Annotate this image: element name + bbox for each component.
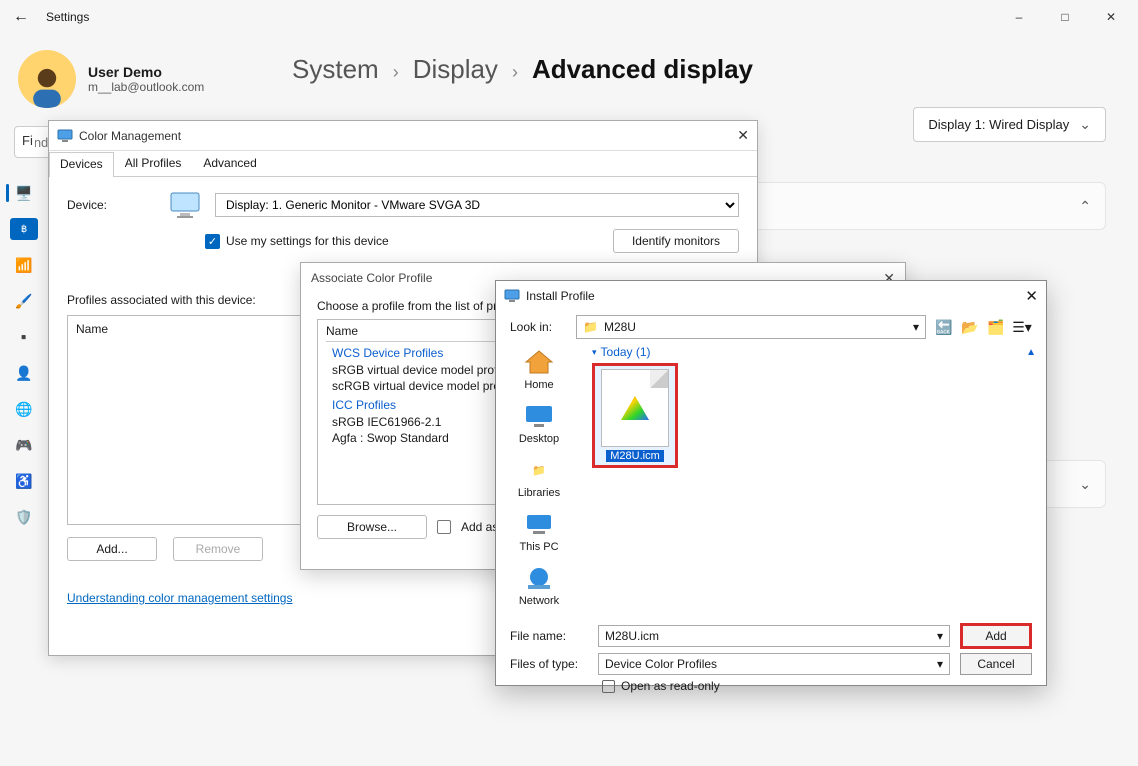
places-bar: Home Desktop 📁 Libraries This PC Network <box>496 343 582 615</box>
install-profile-window: Install Profile ✕ Look in: 📁 M28U ▾ 🔙 📂 … <box>495 280 1047 686</box>
home-icon <box>522 347 556 377</box>
monitor-icon <box>57 129 73 143</box>
use-my-settings-checkbox[interactable]: ✓ Use my settings for this device <box>205 234 389 249</box>
display-selector-label: Display 1: Wired Display <box>928 117 1069 132</box>
up-folder-icon[interactable]: 📂 <box>960 317 980 337</box>
close-button[interactable]: ✕ <box>1088 0 1134 34</box>
use-my-settings-label: Use my settings for this device <box>226 234 389 248</box>
cm-titlebar: Color Management ✕ <box>49 121 757 151</box>
place-network[interactable]: Network <box>519 563 559 607</box>
checkmark-icon: ✓ <box>205 234 220 249</box>
help-link[interactable]: Understanding color management settings <box>67 591 292 605</box>
chevron-down-icon: ⌄ <box>1079 116 1091 133</box>
chevron-down-icon: ▾ <box>937 629 943 643</box>
place-thispc[interactable]: This PC <box>519 509 558 553</box>
lookin-label: Look in: <box>510 320 568 334</box>
add-advanced-checkbox[interactable] <box>437 520 451 534</box>
place-home[interactable]: Home <box>522 347 556 391</box>
place-libraries[interactable]: 📁 Libraries <box>518 455 560 499</box>
filetype-combo[interactable]: Device Color Profiles ▾ <box>598 653 950 675</box>
sidebar-item-personalization[interactable]: 🖌️ <box>10 290 38 312</box>
inst-title-text: Install Profile <box>526 289 595 303</box>
monitor-icon <box>504 289 520 303</box>
file-group-today[interactable]: ▾ Today (1) ▲ <box>592 345 1036 359</box>
remove-profile-button: Remove <box>173 537 263 561</box>
readonly-checkbox[interactable] <box>602 680 615 693</box>
inst-close-button[interactable]: ✕ <box>1025 287 1038 305</box>
identify-monitors-button[interactable]: Identify monitors <box>613 229 739 253</box>
add-button[interactable]: Add <box>960 623 1032 649</box>
minimize-button[interactable]: – <box>996 0 1042 34</box>
network-icon <box>522 563 556 593</box>
pc-icon <box>522 509 556 539</box>
place-desktop[interactable]: Desktop <box>519 401 559 445</box>
user-email: m__lab@outlook.com <box>88 80 204 94</box>
filetype-value: Device Color Profiles <box>605 657 717 671</box>
icc-profile-icon <box>601 369 669 447</box>
tab-all-profiles[interactable]: All Profiles <box>114 151 193 176</box>
breadcrumb-system[interactable]: System <box>292 54 379 85</box>
sidebar-item-network[interactable]: 📶 <box>10 254 38 276</box>
user-name: User Demo <box>88 64 204 80</box>
sidebar-item-system[interactable]: 🖥️ <box>10 182 38 204</box>
new-folder-icon[interactable]: 🗂️ <box>986 317 1006 337</box>
desktop-icon <box>522 401 556 431</box>
settings-titlebar: ← Settings – □ ✕ <box>0 0 1138 34</box>
sidebar-item-privacy[interactable]: 🛡️ <box>10 506 38 528</box>
folder-icon: 📁 <box>522 455 556 485</box>
cm-close-button[interactable]: ✕ <box>737 127 749 144</box>
view-menu-icon[interactable]: ☰▾ <box>1012 317 1032 337</box>
chevron-right-icon: › <box>512 62 518 83</box>
lookin-combo[interactable]: 📁 M28U ▾ <box>576 315 926 339</box>
breadcrumb-current: Advanced display <box>532 54 753 85</box>
folder-icon: 📁 <box>583 320 598 334</box>
lookin-value: M28U <box>604 320 636 334</box>
sidebar-item-accessibility[interactable]: ♿ <box>10 470 38 492</box>
nav-back-icon[interactable]: 🔙 <box>934 317 954 337</box>
settings-title: Settings <box>46 10 89 24</box>
display-selector[interactable]: Display 1: Wired Display ⌄ <box>913 107 1106 142</box>
tab-advanced[interactable]: Advanced <box>192 151 267 176</box>
chevron-right-icon: › <box>393 62 399 83</box>
sidebar-item-apps[interactable]: ▪️ <box>10 326 38 348</box>
collapse-arrow-icon: ▲ <box>1026 347 1036 358</box>
readonly-label: Open as read-only <box>621 679 720 693</box>
search-partial-text: Fi <box>20 133 35 148</box>
account-block[interactable]: User Demo m__lab@outlook.com <box>14 40 274 126</box>
back-button[interactable]: ← <box>4 8 38 26</box>
cm-tabs: Devices All Profiles Advanced <box>49 151 757 177</box>
chevron-up-icon: ⌃ <box>1079 198 1091 215</box>
sidebar-icons: 🖥️ ฿ 📶 🖌️ ▪️ 👤 🌐 🎮 ♿ 🛡️ <box>10 182 40 528</box>
sidebar-item-gaming[interactable]: 🎮 <box>10 434 38 456</box>
file-list[interactable]: ▾ Today (1) ▲ M28U.icm <box>582 343 1046 615</box>
sidebar-item-accounts[interactable]: 👤 <box>10 362 38 384</box>
file-name: M28U.icm <box>606 450 664 462</box>
device-label: Device: <box>67 198 157 212</box>
sidebar-item-time[interactable]: 🌐 <box>10 398 38 420</box>
browse-button[interactable]: Browse... <box>317 515 427 539</box>
add-profile-button[interactable]: Add... <box>67 537 157 561</box>
maximize-button[interactable]: □ <box>1042 0 1088 34</box>
breadcrumb: System › Display › Advanced display <box>292 54 1106 85</box>
chevron-down-icon: ▾ <box>913 320 919 334</box>
chevron-down-icon: ⌄ <box>1079 476 1091 493</box>
sidebar-item-bluetooth[interactable]: ฿ <box>10 218 38 240</box>
cm-title-text: Color Management <box>79 129 181 143</box>
assoc-title-text: Associate Color Profile <box>311 271 432 285</box>
tab-devices[interactable]: Devices <box>49 152 114 177</box>
chevron-down-icon: ▾ <box>937 657 943 671</box>
avatar <box>18 50 76 108</box>
filename-combo[interactable]: M28U.icm ▾ <box>598 625 950 647</box>
cancel-button[interactable]: Cancel <box>960 653 1032 675</box>
breadcrumb-display[interactable]: Display <box>413 54 498 85</box>
device-select[interactable]: Display: 1. Generic Monitor - VMware SVG… <box>215 193 739 217</box>
file-tile-selected[interactable]: M28U.icm <box>592 363 678 468</box>
filename-label: File name: <box>510 629 588 643</box>
filename-value: M28U.icm <box>605 629 659 643</box>
filetype-label: Files of type: <box>510 657 588 671</box>
monitor-icon <box>169 191 203 219</box>
inst-titlebar: Install Profile ✕ <box>496 281 1046 311</box>
